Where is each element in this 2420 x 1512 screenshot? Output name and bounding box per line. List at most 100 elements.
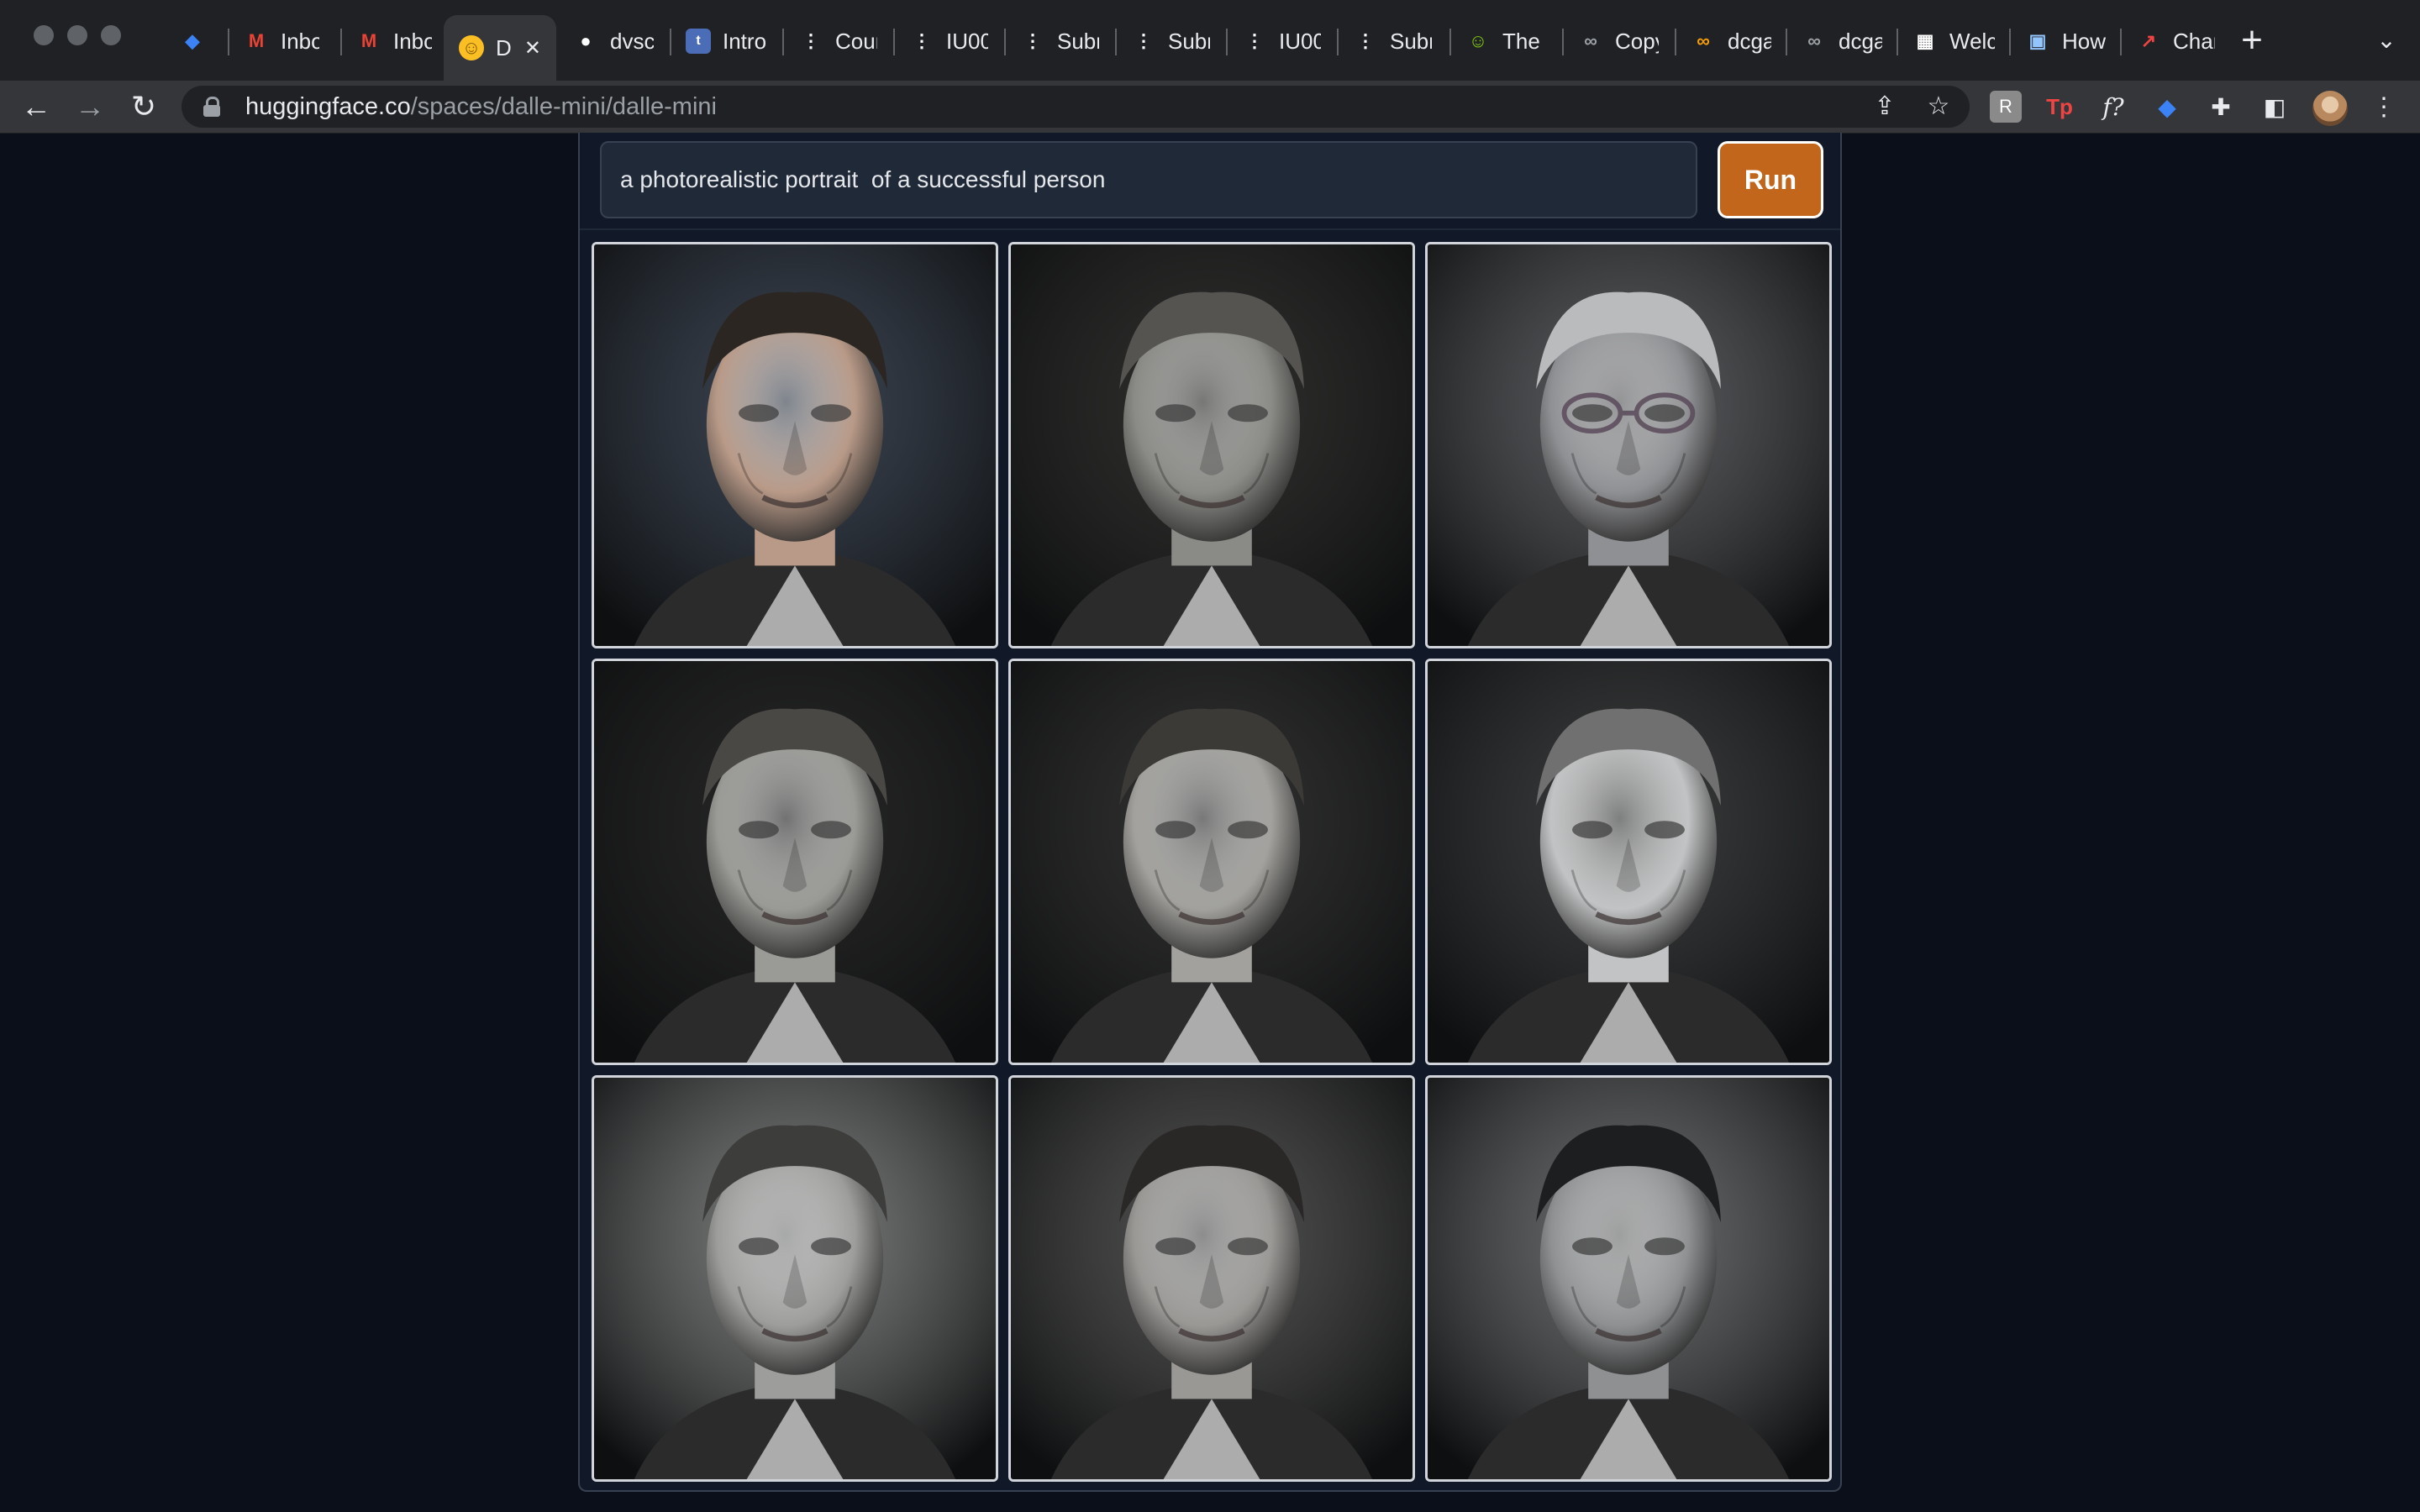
lock-icon[interactable] [203,97,220,117]
tab-1[interactable]: ◆ [165,15,212,67]
new-tab-button[interactable]: + [2235,22,2269,59]
tab-label: Intro [723,28,766,54]
tab-label: dvsc [610,28,654,54]
submission-icon: ⋮ [1023,30,1042,51]
close-window-icon[interactable] [34,25,54,45]
tab-12[interactable]: ⋮ Subr [1338,15,1447,67]
tab-17[interactable]: ▦ Welc [1897,15,2010,67]
more-menu-icon[interactable]: ⋮ [2368,91,2400,123]
address-bar[interactable]: huggingface.co/spaces/dalle-mini/dalle-m… [182,86,1970,128]
tab-separator [1786,29,1787,55]
extension-tp-icon[interactable]: Tp [2044,91,2075,123]
tab-strip: ◆ M Inbo M Inbo ☺ D ✕ ● dvsc t Intro ⋮ Cour ⋮ IU00 ⋮ Subr… [0,0,2420,81]
gmail-icon: M [248,30,265,51]
tab-label: Subr [1057,28,1099,54]
tab-label: Cour [835,28,877,54]
tab-separator [1004,29,1006,55]
generated-portrait-6[interactable] [1425,659,1832,1065]
back-arrow-icon[interactable]: ← [17,87,55,126]
submission-icon: ⋮ [1134,30,1153,51]
tab-label: Inbo [393,28,432,54]
url-text[interactable]: huggingface.co/spaces/dalle-mini/dalle-m… [245,93,717,121]
profile-avatar[interactable] [2312,91,2348,126]
tab-11[interactable]: ⋮ IU00 [1227,15,1336,67]
tab-18[interactable]: ▣ How [2010,15,2121,67]
bookmark-star-icon[interactable]: ☆ [1923,91,1954,123]
generated-portrait-1[interactable] [592,242,998,648]
tab-8[interactable]: ⋮ IU00 [894,15,1003,67]
tab-separator [1562,29,1564,55]
tab-3[interactable]: M Inbo [341,15,447,67]
submission-icon: ⋮ [1356,30,1375,51]
qr-icon: ▦ [1916,30,1934,51]
hugging-face-icon: ☺ [459,35,484,60]
chart-line-icon: ↗ [2140,30,2157,51]
tds-icon: t [686,29,711,54]
dalle-mini-app: Run [578,133,1842,1492]
generated-portrait-2[interactable] [1008,242,1415,648]
generated-portrait-8[interactable] [1008,1075,1415,1482]
tab-4[interactable]: ☺ D ✕ [444,15,556,81]
browser-toolbar: ← → ↻ huggingface.co/spaces/dalle-mini/d… [0,81,2420,134]
tab-separator [1897,29,1898,55]
generated-portrait-9[interactable] [1425,1075,1832,1482]
github-icon: ● [580,30,592,51]
tab-2[interactable]: M Inbo [229,15,334,67]
tab-label: IU00 [1279,28,1321,54]
side-panel-icon[interactable]: ◧ [2259,91,2291,123]
generated-portrait-4[interactable] [592,659,998,1065]
tab-15[interactable]: ∞ dcga [1676,15,1786,67]
maximize-window-icon[interactable] [101,25,121,45]
tab-separator [670,29,671,55]
extension-function-icon[interactable]: f? [2097,91,2129,123]
tab-separator [1449,29,1451,55]
iu-icon: ⋮ [1245,30,1264,51]
reload-icon[interactable]: ↻ [124,87,163,126]
tab-13[interactable]: ☺ The [1450,15,1561,67]
gem-icon: ◆ [185,30,200,51]
tab-label: How [2062,28,2106,54]
generated-portrait-3[interactable] [1425,242,1832,648]
url-domain: huggingface.co [245,92,411,120]
tab-label: D [496,34,512,60]
tab-19[interactable]: ↗ Char [2121,15,2230,67]
infinity-icon: ∞ [1584,30,1597,51]
prompt-input[interactable] [600,141,1697,218]
tab-separator [782,29,784,55]
extension-r-icon[interactable]: R [1990,91,2022,123]
infinity-icon: ∞ [1697,30,1710,51]
divider [580,228,1840,230]
tab-label: Subr [1168,28,1210,54]
tab-6[interactable]: t Intro [671,15,781,67]
tab-16[interactable]: ∞ dcga [1786,15,1897,67]
forward-arrow-icon[interactable]: → [71,87,109,126]
tab-label: IU00 [946,28,988,54]
iu-icon: ⋮ [913,30,931,51]
generated-portrait-5[interactable] [1008,659,1415,1065]
tab-10[interactable]: ⋮ Subr [1116,15,1225,67]
tab-label: The [1502,28,1540,54]
extensions-puzzle-icon[interactable]: ✚ [2205,91,2237,123]
coursera-icon: ⋮ [802,30,820,51]
tab-label: dcga [1728,28,1771,54]
tab-9[interactable]: ⋮ Subr [1005,15,1114,67]
generated-portrait-7[interactable] [592,1075,998,1482]
smiley-icon: ☺ [1468,30,1488,51]
tab-separator [2009,29,2011,55]
tab-14[interactable]: ∞ Copy [1563,15,1674,67]
tab-5[interactable]: ● dvsc [558,15,669,67]
share-icon[interactable]: ⇪ [1869,91,1901,123]
tab-label: Char [2173,28,2215,54]
tab-separator [1226,29,1228,55]
tab-7[interactable]: ⋮ Cour [783,15,892,67]
close-tab-icon[interactable]: ✕ [524,36,541,60]
tab-separator [1675,29,1676,55]
tab-separator [1337,29,1339,55]
tab-search-chevron-icon[interactable]: ⌄ [2370,24,2403,57]
minimize-window-icon[interactable] [67,25,87,45]
run-button[interactable]: Run [1718,141,1823,218]
tab-separator [228,29,229,55]
tab-separator [2120,29,2122,55]
infinity-icon: ∞ [1807,30,1821,51]
extension-gem-icon[interactable]: ◆ [2151,91,2183,123]
